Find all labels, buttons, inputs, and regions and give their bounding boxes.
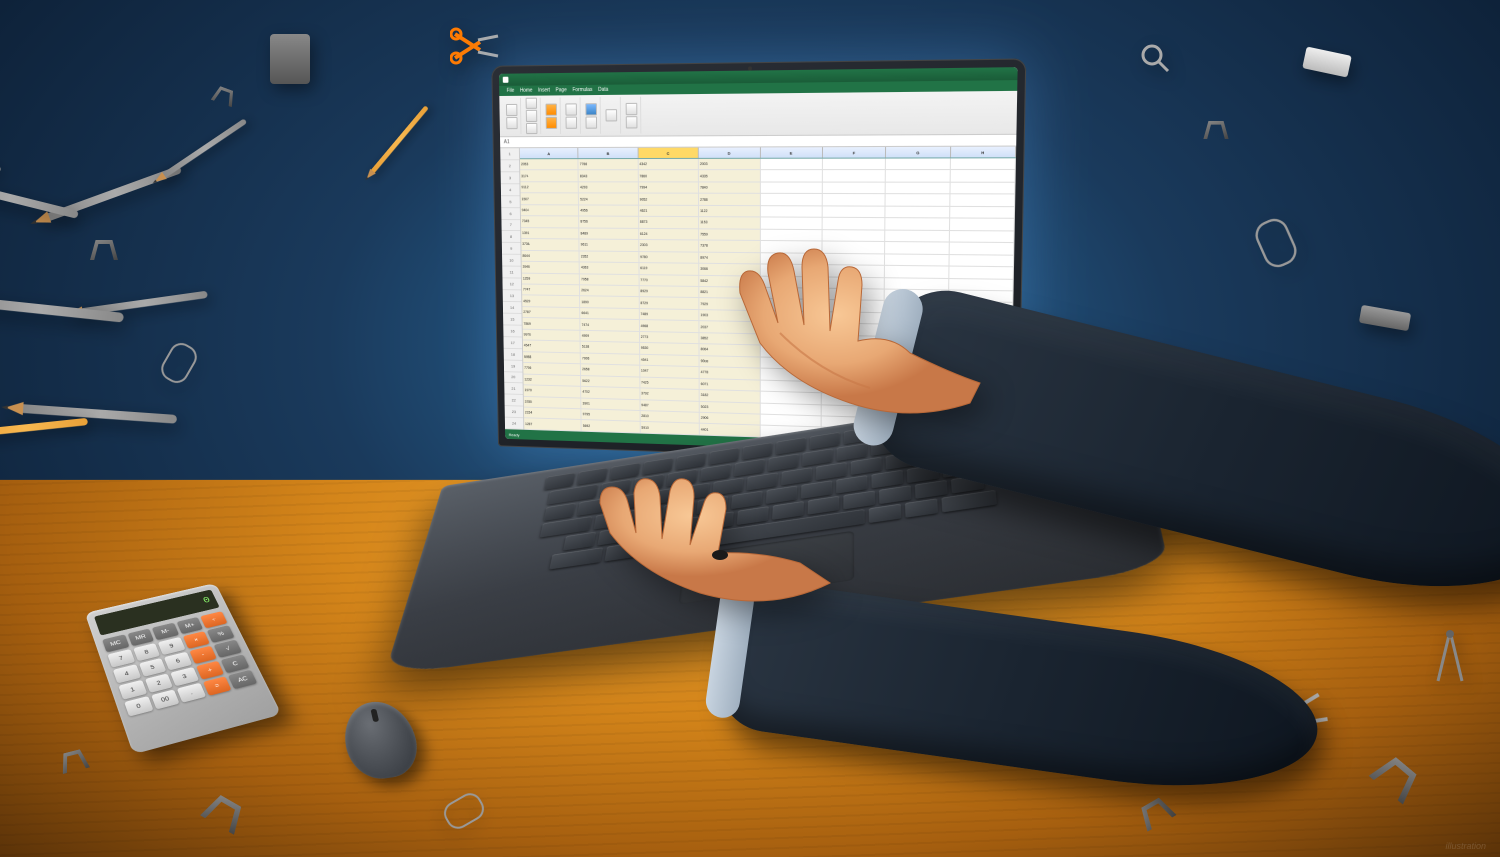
paperclip-icon [157,338,201,387]
pen-icon [163,118,247,177]
binder-clip-icon [90,240,118,260]
calculator-icon [270,34,310,84]
pencil-icon [0,418,88,438]
calc-key: 00 [151,690,180,710]
paperclip-icon [1251,214,1301,272]
calc-key: . [177,683,206,703]
eraser-icon [1302,47,1352,78]
tab: Insert [538,87,550,93]
pencil-icon [0,118,2,173]
magnifier-icon [1140,43,1170,73]
pencil-icon [371,105,429,172]
usb-icon [1359,304,1411,330]
caption: illustration [1445,841,1486,851]
status-text: Ready [509,431,520,436]
calc-key: AC [228,670,257,689]
tab: Data [598,86,608,92]
column-headers: A B C D E F G H [520,146,1016,159]
cell-ref: A1 [504,139,510,145]
calc-key: = [203,676,232,696]
binder-clip-icon [1203,121,1228,139]
scissors-icon [450,26,500,66]
app-icon [503,76,509,82]
formula-bar: A1 [500,134,1016,147]
tab: Page [556,87,567,93]
tab: Formulas [572,86,592,92]
ribbon [499,90,1017,136]
illustration-scene: File Home Insert Page Formulas Data [0,0,1500,857]
tab: Home [520,87,533,93]
binder-clip-icon [211,84,238,107]
compass-icon [1430,626,1470,686]
tab: File [507,87,515,93]
calc-key: 0 [124,696,153,717]
pen-icon [23,404,177,424]
